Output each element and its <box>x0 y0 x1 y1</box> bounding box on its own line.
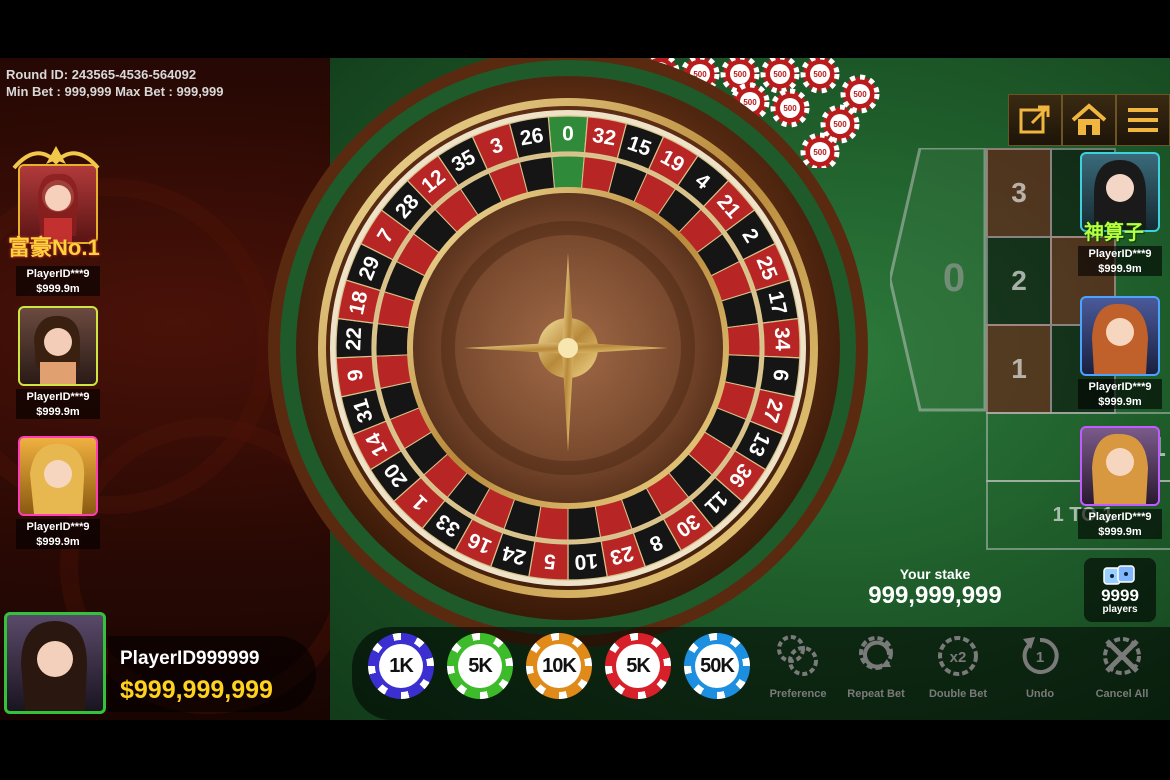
chip-label: 1K <box>379 644 423 688</box>
player-seat-right-3[interactable]: PlayerID***9 $999.9m <box>1078 426 1162 539</box>
action-label: Double Bet <box>928 688 988 700</box>
chip-5k[interactable]: 5K <box>447 633 513 699</box>
action-label: Repeat Bet <box>847 688 905 700</box>
chip-1k[interactable]: 1K <box>368 633 434 699</box>
cancel-all-button[interactable]: Cancel All <box>1086 633 1158 700</box>
chip-50k[interactable]: 50K <box>684 633 750 699</box>
avatar <box>18 306 98 386</box>
dice-icon <box>1103 565 1135 585</box>
player-name: PlayerID***9 <box>1078 509 1162 525</box>
repeat-icon <box>859 636 893 670</box>
wheel-ball-pocket <box>567 503 602 541</box>
player-balance: $999.9m <box>1078 395 1162 409</box>
chip-label: 5K <box>458 644 502 688</box>
svg-text:1: 1 <box>1036 649 1044 666</box>
chip-5k-red[interactable]: 5K <box>605 633 671 699</box>
wheel-number-label: 10 <box>574 549 599 574</box>
wheel-turret-knob <box>558 338 578 358</box>
double-bet-button[interactable]: x2 Double Bet <box>922 633 994 700</box>
action-label: Undo <box>1025 688 1055 700</box>
stake-value: 999,999,999 <box>868 582 1002 609</box>
avatar <box>1080 426 1160 506</box>
my-info-panel: PlayerID999999 $999,999,999 <box>108 636 316 712</box>
bet-cell-0[interactable]: 0 <box>934 248 974 308</box>
player-balance: $999.9m <box>16 535 100 549</box>
my-balance: $999,999,999 <box>120 676 273 704</box>
player-seat-right-1[interactable]: 神算子 PlayerID***9 $999.9m <box>1078 152 1162 276</box>
laurel-crown-icon <box>12 146 100 170</box>
wheel-number-label: 0 <box>562 123 574 146</box>
avatar <box>18 436 98 516</box>
chip-label: 50K <box>695 644 739 688</box>
preference-button[interactable]: Preference <box>762 633 834 700</box>
chip-and-action-bar: 1K 5K 10K 5K 50K Preference Repeat Bet x… <box>352 627 1170 720</box>
wheel-number-label: 32 <box>591 124 618 151</box>
my-avatar[interactable] <box>4 612 106 714</box>
undo-button[interactable]: 1 Undo <box>1004 633 1076 700</box>
player-name: PlayerID***9 <box>16 519 100 535</box>
player-rank-tag: 富豪No.1 <box>8 235 100 260</box>
cancel-icon <box>1103 637 1141 675</box>
double-icon: x2 <box>938 636 978 676</box>
player-balance: $999.9m <box>16 282 100 296</box>
undo-icon: 1 <box>1022 637 1059 674</box>
player-seat-left-1[interactable]: 富豪No.1 PlayerID***9 $999.9m <box>8 164 100 296</box>
chip-10k[interactable]: 10K <box>526 633 592 699</box>
wheel-ball-pocket <box>551 155 585 192</box>
wheel-number-label: 22 <box>342 327 366 351</box>
avatar <box>1080 296 1160 376</box>
player-name: PlayerID***9 <box>16 266 100 282</box>
online-players[interactable]: 9999 players <box>1084 558 1156 622</box>
wheel-number-label: 17 <box>763 289 790 317</box>
player-seat-left-2[interactable]: PlayerID***9 $999.9m <box>16 306 100 419</box>
bet-cell-2[interactable]: 2 <box>986 236 1052 326</box>
bet-cell-3[interactable]: 3 <box>986 148 1052 238</box>
round-info: Round ID: 243565-4536-564092 Min Bet : 9… <box>6 66 224 100</box>
player-balance: $999.9m <box>1078 525 1162 539</box>
my-player-name: PlayerID999999 <box>120 648 260 669</box>
game-stage: 0 3 2 1 1 1 TO 1 50050050050050050050050… <box>0 58 1170 720</box>
player-balance: $999.9m <box>16 405 100 419</box>
wheel-number-label: 34 <box>770 327 794 352</box>
home-icon[interactable] <box>1062 94 1116 146</box>
wheel-ball-pocket <box>724 323 761 357</box>
online-label: players <box>1102 604 1138 615</box>
player-seat-left-3[interactable]: PlayerID***9 $999.9m <box>16 436 100 549</box>
round-id: Round ID: 243565-4536-564092 <box>6 67 197 82</box>
wheel-number-label: 5 <box>543 549 557 573</box>
wheel-ball-pocket <box>375 323 412 357</box>
player-seat-right-2[interactable]: PlayerID***9 $999.9m <box>1078 296 1162 409</box>
top-toolbar <box>1008 94 1170 146</box>
action-label: Cancel All <box>1095 688 1149 700</box>
share-icon[interactable] <box>1008 94 1062 146</box>
wheel-number-label: 26 <box>518 124 545 151</box>
chip-label: 10K <box>537 644 581 688</box>
menu-icon[interactable] <box>1116 94 1170 146</box>
bet-limits: Min Bet : 999,999 Max Bet : 999,999 <box>6 84 224 99</box>
stake-label: Your stake <box>899 566 971 582</box>
online-count: 9999 <box>1101 586 1139 605</box>
player-name: PlayerID***9 <box>1078 246 1162 262</box>
chip-label: 5K <box>616 644 660 688</box>
bet-cell-1[interactable]: 1 <box>986 324 1052 414</box>
chips-icon <box>777 635 818 676</box>
player-rank-tag: 神算子 <box>1084 222 1144 244</box>
your-stake: Your stake 999,999,999 <box>850 566 1020 610</box>
svg-text:x2: x2 <box>950 649 967 666</box>
repeat-bet-button[interactable]: Repeat Bet <box>840 633 912 700</box>
action-label: Preference <box>769 688 827 700</box>
player-balance: $999.9m <box>1078 262 1162 276</box>
bottom-bar: PlayerID999999 $999,999,999 1K 5K 10K 5K… <box>0 612 1170 720</box>
roulette-wheel: 0 32 15 19421225173462713361130823105241633… <box>268 58 868 648</box>
player-name: PlayerID***9 <box>16 389 100 405</box>
player-name: PlayerID***9 <box>1078 379 1162 395</box>
